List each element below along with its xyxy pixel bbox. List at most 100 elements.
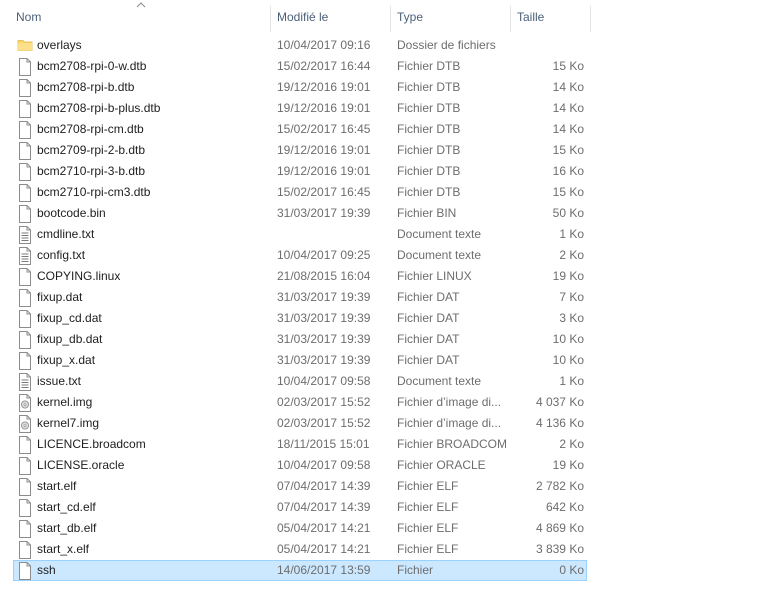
file-row[interactable]: start_x.elf 05/04/2017 14:21 Fichier ELF 3 … — [13, 539, 587, 560]
file-icon — [17, 520, 33, 538]
file-type: Fichier DAT — [397, 332, 460, 346]
file-row[interactable]: bcm2708-rpi-cm.dtb 15/02/2017 16:45 Fichie… — [13, 119, 587, 140]
file-row[interactable]: COPYING.linux 21/08/2015 16:04 Fichier LIN… — [13, 266, 587, 287]
file-row[interactable]: ssh 14/06/2017 13:59 Fichier 0 Ko — [13, 560, 587, 581]
file-name: bootcode.bin — [37, 206, 106, 220]
file-row[interactable]: bcm2710-rpi-cm3.dtb 15/02/2017 16:45 Fichi… — [13, 182, 587, 203]
file-explorer: Nom Modifié le Type Taille overlays 10/04… — [0, 0, 766, 592]
file-row[interactable]: fixup_cd.dat 31/03/2017 19:39 Fichier DAT 3… — [13, 308, 587, 329]
file-name: bcm2708-rpi-b.dtb — [37, 80, 135, 94]
file-type: Fichier DTB — [397, 101, 461, 115]
file-size: 10 Ko — [552, 353, 584, 367]
column-separator[interactable] — [590, 6, 591, 32]
file-modified-date: 14/06/2017 13:59 — [277, 563, 371, 577]
file-name: start_x.elf — [37, 542, 90, 556]
file-name: kernel.img — [37, 395, 93, 409]
file-row[interactable]: kernel.img 02/03/2017 15:52 Fichier d’imag… — [13, 392, 587, 413]
file-modified-date — [277, 225, 393, 244]
file-row[interactable]: fixup_db.dat 31/03/2017 19:39 Fichier DAT 1… — [13, 329, 587, 350]
file-row[interactable]: start.elf 07/04/2017 14:39 Fichier ELF 2 78… — [13, 476, 587, 497]
folder-icon — [17, 37, 33, 55]
file-row[interactable]: overlays 10/04/2017 09:16 Dossier de fichi… — [13, 35, 587, 56]
file-modified-date: 05/04/2017 14:21 — [277, 521, 371, 535]
file-icon — [17, 79, 33, 97]
file-type: Fichier ELF — [397, 500, 459, 514]
file-type: Fichier DAT — [397, 311, 460, 325]
file-modified-date: 19/12/2016 19:01 — [277, 164, 371, 178]
file-row[interactable]: bcm2708-rpi-0-w.dtb 15/02/2017 16:44 Fichi… — [13, 56, 587, 77]
file-size — [512, 36, 584, 55]
file-type: Fichier BIN — [397, 206, 457, 220]
file-size: 16 Ko — [552, 164, 584, 178]
file-modified-date: 31/03/2017 19:39 — [277, 332, 371, 346]
file-type: Fichier DAT — [397, 353, 460, 367]
file-size: 4 869 Ko — [535, 521, 584, 535]
file-row[interactable]: bcm2710-rpi-3-b.dtb 19/12/2016 19:01 Fichi… — [13, 161, 587, 182]
file-type: Fichier LINUX — [397, 269, 472, 283]
file-row[interactable]: fixup_x.dat 31/03/2017 19:39 Fichier DAT 10… — [13, 350, 587, 371]
text-file-icon — [17, 373, 33, 391]
file-size: 2 Ko — [559, 437, 584, 451]
file-modified-date: 15/02/2017 16:44 — [277, 59, 371, 73]
file-size: 15 Ko — [552, 185, 584, 199]
file-row[interactable]: bcm2708-rpi-b.dtb 19/12/2016 19:01 Fichier… — [13, 77, 587, 98]
file-icon — [17, 478, 33, 496]
file-modified-date: 10/04/2017 09:58 — [277, 374, 371, 388]
file-size: 3 839 Ko — [535, 542, 584, 556]
file-name: config.txt — [37, 248, 86, 262]
file-name: bcm2709-rpi-2-b.dtb — [37, 143, 146, 157]
file-row[interactable]: issue.txt 10/04/2017 09:58 Document texte 1… — [13, 371, 587, 392]
file-size: 7 Ko — [559, 290, 584, 304]
file-row[interactable]: start_db.elf 05/04/2017 14:21 Fichier ELF 4… — [13, 518, 587, 539]
file-size: 19 Ko — [552, 269, 584, 283]
column-header-size[interactable]: Taille — [511, 0, 590, 34]
file-size: 1 Ko — [559, 227, 584, 241]
file-icon — [17, 100, 33, 118]
file-icon — [17, 163, 33, 181]
column-header-name[interactable]: Nom — [10, 0, 270, 34]
file-size: 1 Ko — [559, 374, 584, 388]
file-row[interactable]: bcm2709-rpi-2-b.dtb 19/12/2016 19:01 Fichi… — [13, 140, 587, 161]
column-header-date[interactable]: Modifié le — [271, 0, 390, 34]
file-icon — [17, 457, 33, 475]
file-modified-date: 31/03/2017 19:39 — [277, 353, 371, 367]
file-type: Fichier DAT — [397, 290, 460, 304]
file-row[interactable]: kernel7.img 02/03/2017 15:52 Fichier d’ima… — [13, 413, 587, 434]
file-name: start_cd.elf — [37, 500, 96, 514]
file-row[interactable]: bcm2708-rpi-b-plus.dtb 19/12/2016 19:01 Fi… — [13, 98, 587, 119]
file-name: fixup_x.dat — [37, 353, 96, 367]
file-size: 642 Ko — [545, 500, 584, 514]
file-icon — [17, 541, 33, 559]
file-size: 14 Ko — [552, 101, 584, 115]
file-icon — [17, 205, 33, 223]
file-name: LICENSE.oracle — [37, 458, 125, 472]
file-row[interactable]: fixup.dat 31/03/2017 19:39 Fichier DAT 7 Ko — [13, 287, 587, 308]
file-name: start.elf — [37, 479, 77, 493]
file-row[interactable]: cmdline.txt Document texte 1 Ko — [13, 224, 587, 245]
file-row[interactable]: LICENCE.broadcom 18/11/2015 15:01 Fichier … — [13, 434, 587, 455]
file-name: overlays — [37, 38, 82, 52]
file-size: 14 Ko — [552, 122, 584, 136]
file-name: issue.txt — [37, 374, 82, 388]
file-name: kernel7.img — [37, 416, 100, 430]
disk-image-icon — [17, 415, 33, 433]
file-modified-date: 19/12/2016 19:01 — [277, 101, 371, 115]
column-header-type[interactable]: Type — [391, 0, 510, 34]
file-row[interactable]: LICENSE.oracle 10/04/2017 09:58 Fichier OR… — [13, 455, 587, 476]
file-size: 0 Ko — [559, 563, 584, 577]
file-type: Fichier DTB — [397, 122, 461, 136]
file-row[interactable]: bootcode.bin 31/03/2017 19:39 Fichier BIN 5… — [13, 203, 587, 224]
file-size: 2 Ko — [559, 248, 584, 262]
file-modified-date: 02/03/2017 15:52 — [277, 395, 371, 409]
file-row[interactable]: config.txt 10/04/2017 09:25 Document texte… — [13, 245, 587, 266]
file-modified-date: 19/12/2016 19:01 — [277, 80, 371, 94]
file-type: Dossier de fichiers — [397, 38, 496, 52]
file-type: Fichier ORACLE — [397, 458, 486, 472]
file-modified-date: 15/02/2017 16:45 — [277, 122, 371, 136]
file-type: Fichier ELF — [397, 521, 459, 535]
file-modified-date: 18/11/2015 15:01 — [277, 437, 370, 451]
file-row[interactable]: start_cd.elf 07/04/2017 14:39 Fichier ELF 6… — [13, 497, 587, 518]
file-name: bcm2710-rpi-3-b.dtb — [37, 164, 146, 178]
file-name: fixup_cd.dat — [37, 311, 102, 325]
file-modified-date: 02/03/2017 15:52 — [277, 416, 371, 430]
